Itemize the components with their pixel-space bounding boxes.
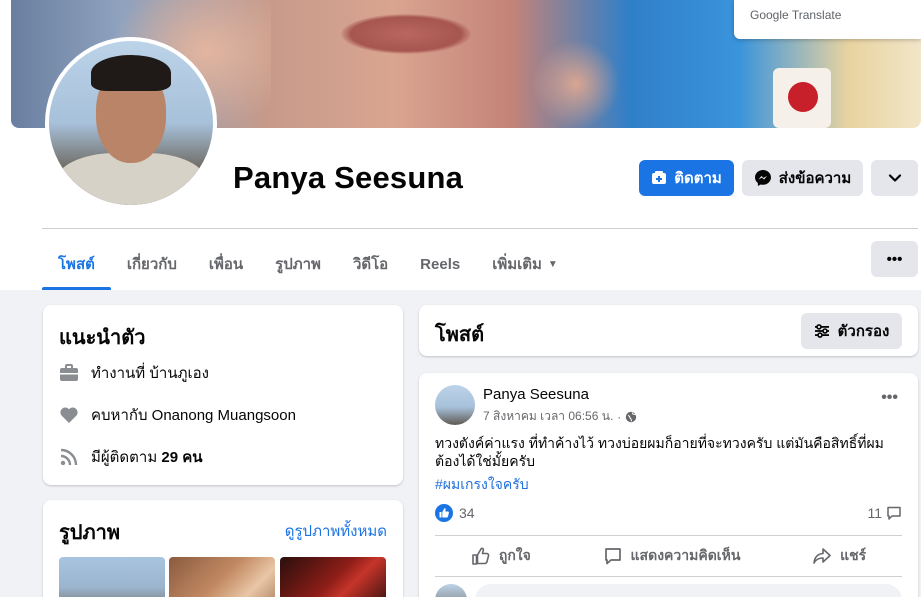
photo-thumbnail[interactable] <box>280 557 386 597</box>
photo-thumbnail[interactable] <box>59 557 165 597</box>
intro-followers-count[interactable]: 29 คน <box>161 449 202 466</box>
tab-posts[interactable]: โพสต์ <box>42 238 111 290</box>
intro-work: ทำงานที่ บ้านภูเอง <box>59 361 209 385</box>
post-card: Panya Seesuna 7 สิงหาคม เวลา 06:56 น. · … <box>419 373 918 597</box>
follow-label: ติดตาม <box>674 170 722 187</box>
intro-work-prefix: ทำงานที่ <box>91 365 146 382</box>
post-meta: 7 สิงหาคม เวลา 06:56 น. · <box>483 407 637 426</box>
intro-card: แนะนำตัว ทำงานที่ บ้านภูเอง คบหากับ Onan… <box>43 305 403 485</box>
intro-relationship-partner[interactable]: Onanong Muangsoon <box>152 407 296 424</box>
header-divider <box>42 228 918 229</box>
comment-bubble-icon <box>887 506 901 520</box>
profile-photo <box>49 41 213 205</box>
follow-button[interactable]: ติดตาม <box>639 160 734 196</box>
more-dots-icon: ••• <box>886 250 903 268</box>
comment-button[interactable]: แสดงความคิดเห็น <box>603 545 740 567</box>
post-reactions[interactable]: 34 <box>435 504 475 522</box>
post-comments-count[interactable]: 11 <box>867 505 902 521</box>
intro-work-place[interactable]: บ้านภูเอง <box>149 365 209 382</box>
globe-icon <box>626 411 637 422</box>
filter-button[interactable]: ตัวกรอง <box>801 313 902 349</box>
google-translate-popup[interactable]: Google Translate <box>734 0 921 39</box>
messenger-icon <box>754 170 771 186</box>
google-translate-label: Google Translate <box>750 8 842 22</box>
post-actions: ถูกใจ แสดงความคิดเห็น แชร์ <box>435 539 902 573</box>
profile-tabs: โพสต์ เกี่ยวกับ เพื่อน รูปภาพ วิดีโอ Ree… <box>42 238 574 290</box>
chevron-down-icon <box>888 174 901 182</box>
posts-header-card: โพสต์ ตัวกรอง <box>419 305 918 356</box>
intro-followers-prefix: มีผู้ติดตาม <box>91 449 158 466</box>
tab-videos[interactable]: วิดีโอ <box>337 238 404 290</box>
tab-about[interactable]: เกี่ยวกับ <box>111 238 193 290</box>
post-text: ทวงตังค์ค่าแรง ที่ทำค้างไว้ ทวงบ่อยผมก็อ… <box>435 435 884 469</box>
post-hashtag-link[interactable]: #ผมเกรงใจครับ <box>435 474 529 496</box>
like-reaction-icon <box>435 504 453 522</box>
caret-down-icon: ▼ <box>547 258 558 270</box>
filter-sliders-icon <box>814 324 829 338</box>
tab-friends[interactable]: เพื่อน <box>193 238 259 290</box>
filter-label: ตัวกรอง <box>837 323 890 340</box>
intro-relationship: คบหากับ Onanong Muangsoon <box>59 403 296 427</box>
tab-reels[interactable]: Reels <box>404 238 476 290</box>
intro-followers: มีผู้ติดตาม 29 คน <box>59 445 203 469</box>
photos-title: รูปภาพ <box>59 522 121 544</box>
posts-title: โพสต์ <box>435 324 485 346</box>
share-arrow-icon <box>813 548 831 564</box>
intro-title: แนะนำตัว <box>59 327 146 349</box>
comment-composer <box>435 584 902 597</box>
reactions-count: 34 <box>459 505 475 521</box>
profile-name: Panya Seesuna <box>233 160 464 195</box>
tabs-menu-button[interactable]: ••• <box>871 241 918 277</box>
message-button[interactable]: ส่งข้อความ <box>742 160 863 196</box>
thumbs-up-icon <box>472 547 490 565</box>
post-options-icon[interactable]: ••• <box>881 389 898 407</box>
heart-icon <box>59 405 79 425</box>
tab-more[interactable]: เพิ่มเติม ▼ <box>476 238 574 290</box>
rss-followers-icon <box>59 447 79 467</box>
post-timestamp[interactable]: 7 สิงหาคม เวลา 06:56 น. <box>483 407 613 426</box>
share-button[interactable]: แชร์ <box>812 545 866 567</box>
comment-icon <box>604 548 621 565</box>
profile-avatar[interactable] <box>45 37 217 209</box>
follow-icon <box>652 171 667 184</box>
profile-options-button[interactable] <box>871 160 918 196</box>
intro-relationship-prefix: คบหากับ <box>91 407 148 424</box>
see-all-photos-link[interactable]: ดูรูปภาพทั้งหมด <box>285 519 387 543</box>
message-label: ส่งข้อความ <box>778 170 852 187</box>
post-author-avatar[interactable] <box>435 385 475 425</box>
post-author-name[interactable]: Panya Seesuna <box>483 386 589 403</box>
briefcase-icon <box>59 363 79 383</box>
comment-input[interactable] <box>475 584 902 597</box>
like-button[interactable]: ถูกใจ <box>471 545 531 567</box>
photos-card: รูปภาพ ดูรูปภาพทั้งหมด <box>43 500 403 597</box>
current-user-avatar <box>435 584 467 597</box>
tab-photos[interactable]: รูปภาพ <box>259 238 337 290</box>
photo-thumbnail[interactable] <box>169 557 275 597</box>
